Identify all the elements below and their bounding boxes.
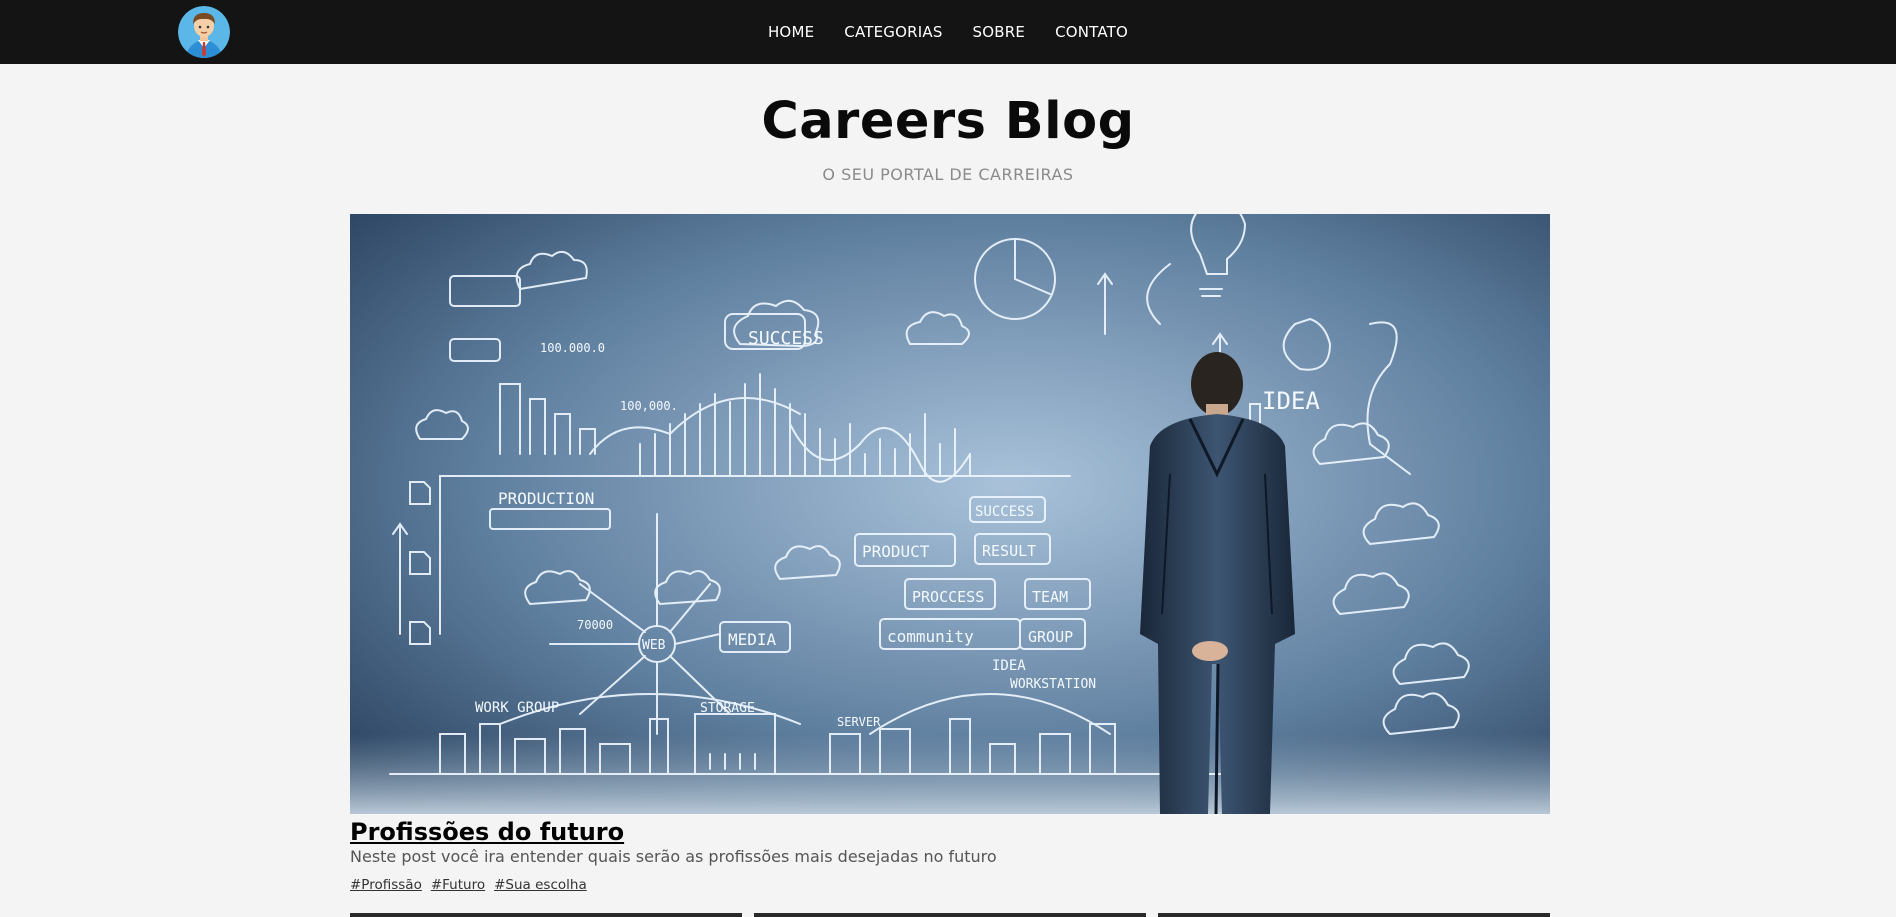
post-card-2[interactable] bbox=[754, 913, 1146, 917]
img-text-process: PROCCESS bbox=[912, 588, 984, 606]
img-text-production: PRODUCTION bbox=[498, 489, 594, 508]
img-text-number-2: 100,000. bbox=[620, 399, 678, 413]
img-text-media: MEDIA bbox=[728, 630, 777, 649]
img-text-idea: IDEA bbox=[992, 658, 1026, 674]
img-text-success-small: SUCCESS bbox=[975, 504, 1034, 520]
nav-contato[interactable]: CONTATO bbox=[1040, 23, 1143, 41]
img-text-group: GROUP bbox=[1028, 628, 1073, 646]
nav-sobre[interactable]: SOBRE bbox=[958, 23, 1041, 41]
tag-profissao[interactable]: #Profissão bbox=[350, 877, 422, 893]
main-nav: HOME CATEGORIAS SOBRE CONTATO bbox=[0, 0, 1896, 64]
site-subtitle: O SEU PORTAL DE CARREIRAS bbox=[822, 165, 1074, 184]
img-text-number-3: 70000 bbox=[577, 618, 613, 632]
featured-post-image[interactable]: SUCCESS PRODUCTION PRODUCT PROCCESS comm… bbox=[350, 214, 1550, 814]
post-card-3[interactable] bbox=[1158, 913, 1550, 917]
img-text-web: WEB bbox=[642, 638, 666, 653]
nav-home[interactable]: HOME bbox=[753, 23, 829, 41]
post-card-1[interactable] bbox=[350, 913, 742, 917]
img-text-idea-big: IDEA bbox=[1262, 387, 1320, 415]
img-text-number-1: 100.000.0 bbox=[540, 341, 605, 355]
nav-categorias[interactable]: CATEGORIAS bbox=[829, 23, 957, 41]
tag-futuro[interactable]: #Futuro bbox=[431, 877, 485, 893]
top-navbar: HOME CATEGORIAS SOBRE CONTATO bbox=[0, 0, 1896, 64]
img-text-product: PRODUCT bbox=[862, 542, 930, 561]
img-text-storage: STORAGE bbox=[700, 701, 755, 716]
featured-post-tags: #Profissão #Futuro #Sua escolha bbox=[350, 877, 587, 893]
tag-sua-escolha[interactable]: #Sua escolha bbox=[494, 877, 587, 893]
img-text-team: TEAM bbox=[1032, 588, 1068, 606]
site-title: Careers Blog bbox=[761, 92, 1135, 151]
img-text-workstation: WORKSTATION bbox=[1010, 677, 1096, 692]
img-text-success: SUCCESS bbox=[748, 328, 824, 349]
featured-post-title[interactable]: Profissões do futuro bbox=[350, 818, 624, 846]
img-text-result: RESULT bbox=[982, 542, 1036, 560]
img-text-workgroup: WORK GROUP bbox=[475, 700, 559, 716]
featured-post-description: Neste post você ira entender quais serão… bbox=[350, 847, 997, 866]
img-text-server: SERVER bbox=[837, 715, 881, 729]
img-text-community: community bbox=[887, 627, 974, 646]
